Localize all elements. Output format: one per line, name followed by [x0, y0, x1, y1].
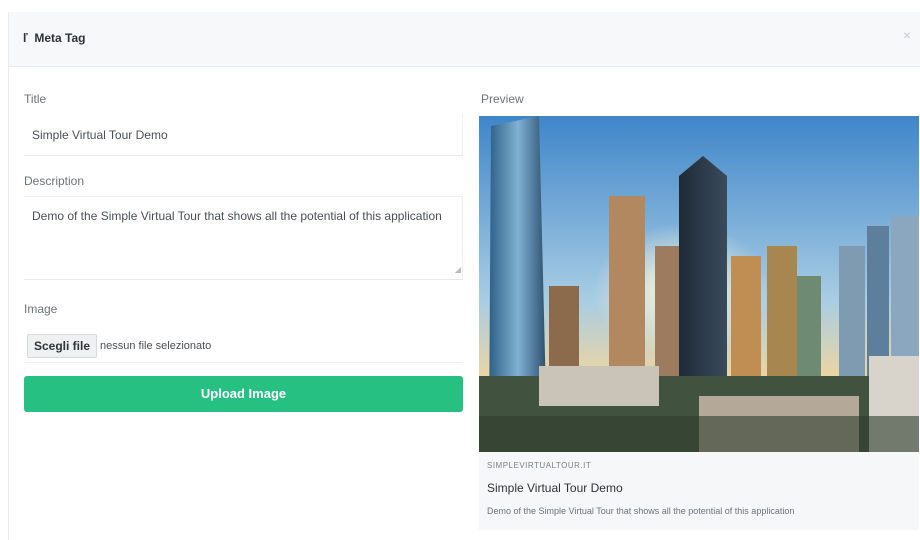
description-text: Demo of the Simple Virtual Tour that sho… — [32, 209, 442, 223]
preview-description: Demo of the Simple Virtual Tour that sho… — [487, 506, 795, 516]
file-status-text: nessun file selezionato — [100, 340, 212, 352]
title-label: Title — [24, 92, 47, 106]
close-icon[interactable]: × — [903, 27, 911, 43]
meta-tag-modal: ľ Meta Tag × Title Simple Virtual Tour D… — [8, 12, 920, 540]
title-input[interactable]: Simple Virtual Tour Demo — [24, 114, 463, 156]
description-label: Description — [24, 174, 85, 188]
preview-card: SIMPLEVIRTUALTOUR.IT Simple Virtual Tour… — [479, 116, 919, 530]
city-skyline-image — [479, 116, 919, 452]
preview-site: SIMPLEVIRTUALTOUR.IT — [487, 461, 592, 470]
modal-title-text: Meta Tag — [34, 31, 86, 45]
description-textarea[interactable]: Demo of the Simple Virtual Tour that sho… — [24, 196, 463, 280]
tag-icon: ľ — [23, 31, 28, 45]
preview-label: Preview — [481, 92, 524, 106]
file-input[interactable]: Scegli file nessun file selezionato — [24, 330, 463, 363]
preview-image — [479, 116, 919, 452]
upload-image-button[interactable]: Upload Image — [24, 376, 463, 412]
modal-title: ľ Meta Tag — [23, 31, 85, 45]
preview-title: Simple Virtual Tour Demo — [487, 481, 623, 495]
image-label: Image — [24, 302, 58, 316]
resize-handle-icon[interactable]: ◢ — [455, 262, 461, 278]
modal-header: ľ Meta Tag × — [9, 12, 920, 67]
choose-file-button[interactable]: Scegli file — [27, 334, 98, 358]
